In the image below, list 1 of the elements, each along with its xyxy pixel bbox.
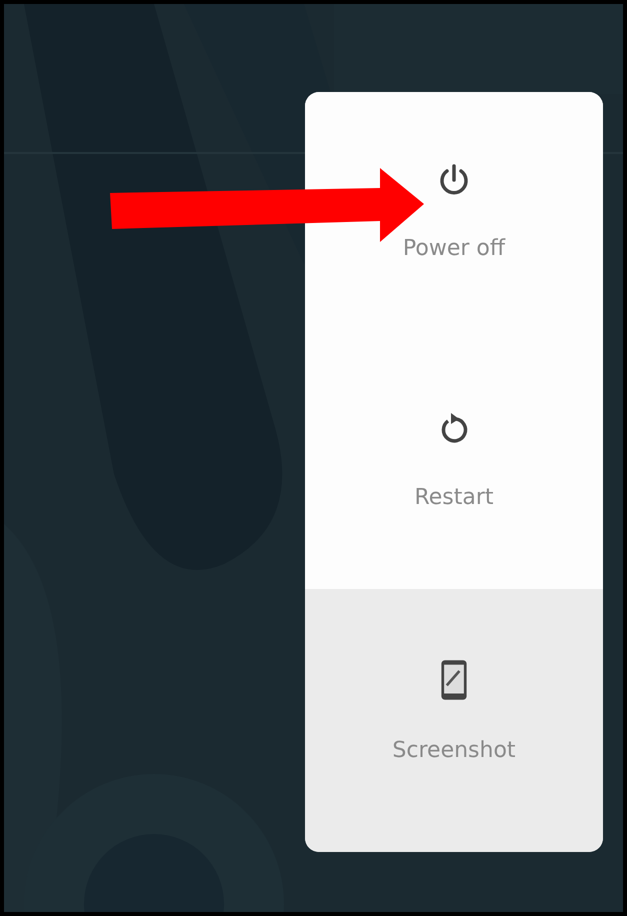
menu-item[interactable]: Screenshot bbox=[305, 589, 603, 852]
